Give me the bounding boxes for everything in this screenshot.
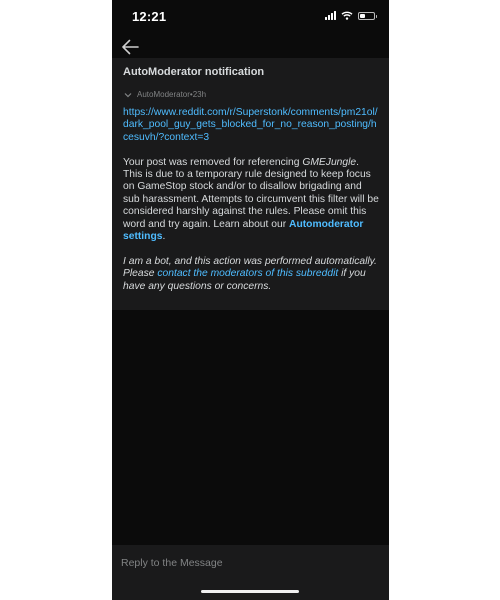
message-meta: AutoModerator • 23h [123,90,206,99]
removed-term: GMEJungle [302,156,357,168]
removal-text: Your post was removed for referencing [123,156,303,168]
status-bar: 12:21 [112,0,389,32]
removal-text-end: . [162,231,166,243]
chevron-down-icon[interactable] [123,91,133,99]
message-age: 23h [192,90,207,99]
page-title: AutoModerator notification [123,66,265,78]
phone-screen: 12:21 AutoModerator notification AutoMod… [112,0,389,600]
back-arrow-icon[interactable] [120,38,140,56]
contact-moderators-link[interactable]: contact the moderators of this subreddit [157,268,338,279]
message-card: AutoModerator notification AutoModerator… [112,58,389,310]
wifi-icon [341,11,353,20]
bot-paragraph: I am a bot, and this action was performe… [123,256,381,293]
status-icons [325,11,377,20]
message-body: https://www.reddit.com/r/Superstonk/comm… [123,107,381,305]
home-indicator[interactable] [201,590,299,593]
author-name[interactable]: AutoModerator [137,90,190,99]
battery-icon [358,11,377,20]
battery-level [360,13,365,18]
reply-input[interactable]: Reply to the Message [121,555,371,571]
comment-link[interactable]: https://www.reddit.com/r/Superstonk/comm… [123,107,381,144]
removal-paragraph: Your post was removed for referencing GM… [123,157,381,244]
signal-icon [325,11,336,20]
status-time: 12:21 [132,9,167,24]
